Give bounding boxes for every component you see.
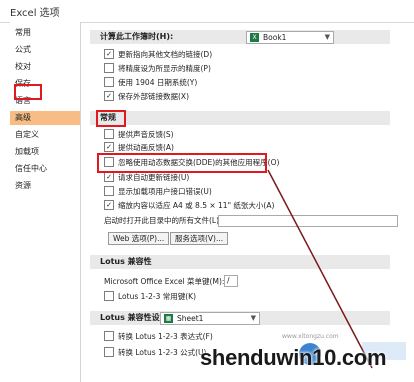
pointer-arrow bbox=[267, 169, 373, 369]
watermark-text: shenduwin10.com bbox=[200, 345, 387, 370]
watermark-subtext: www.xitongzu.com bbox=[282, 333, 339, 340]
